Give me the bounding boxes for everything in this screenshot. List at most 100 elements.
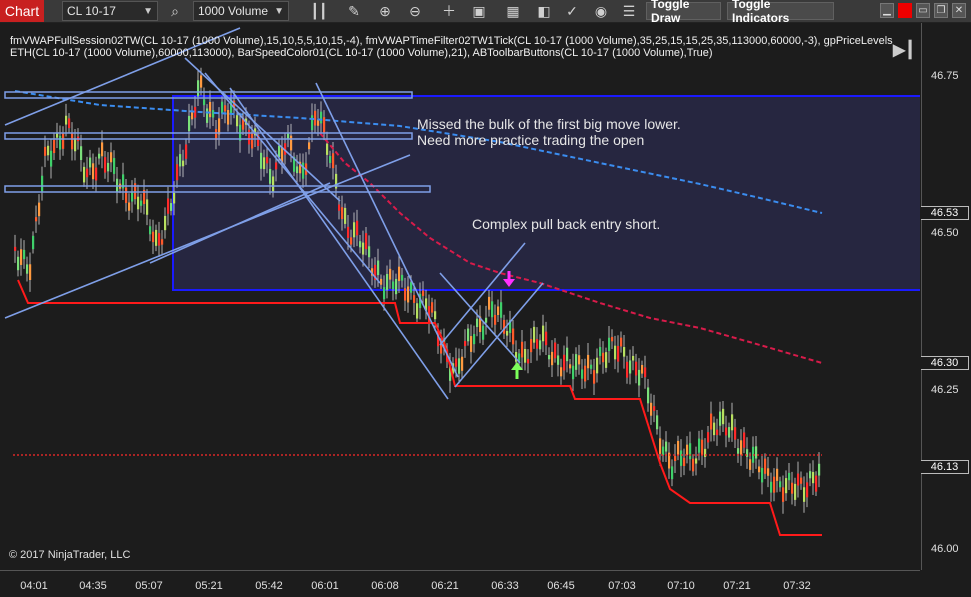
indicators-list-icon[interactable]: ☰: [620, 0, 638, 22]
candle-body: [755, 446, 758, 459]
strategy-icon[interactable]: ✓: [563, 0, 581, 22]
candle-body: [695, 458, 698, 464]
chart-tab[interactable]: Chart: [0, 0, 44, 22]
zoom-in-icon[interactable]: ⊕: [376, 0, 394, 22]
candle-body: [623, 347, 626, 357]
candle-body: [356, 220, 359, 236]
time-tick: 06:33: [491, 580, 519, 592]
toggle-indicators-button[interactable]: Toggle Indicators: [727, 0, 834, 25]
candle-body: [302, 162, 305, 179]
minimize-icon[interactable]: ▁: [880, 3, 894, 18]
candle-body: [722, 408, 725, 425]
candle-body: [59, 135, 62, 150]
data-box-icon[interactable]: ▦: [504, 0, 522, 22]
crosshair-icon[interactable]: ＋: [440, 0, 458, 22]
candle-body: [407, 286, 410, 303]
candle-body: [713, 422, 716, 436]
candle-body: [773, 476, 776, 493]
candle-body: [569, 364, 572, 369]
candle-body: [656, 415, 659, 430]
zoom-out-icon[interactable]: ⊖: [406, 0, 424, 22]
candle-body: [572, 365, 575, 380]
time-tick: 07:10: [667, 580, 695, 592]
candle-body: [32, 235, 35, 250]
pencil-icon[interactable]: ✎: [345, 0, 363, 22]
candle-body: [296, 166, 299, 174]
candle-body: [809, 471, 812, 479]
candle-body: [818, 463, 821, 476]
candle-body: [383, 287, 386, 300]
bars-back-icon[interactable]: ◧: [535, 0, 553, 22]
candle-body: [608, 337, 611, 351]
price-axis[interactable]: 46.75 46.50 46.25 46.00 46.53 46.30 46.1…: [921, 23, 971, 570]
candle-body: [485, 317, 488, 323]
candle-body: [152, 231, 155, 243]
candle-body: [227, 110, 230, 125]
toggle-draw-button[interactable]: Toggle Draw: [646, 0, 721, 25]
candle-body: [338, 204, 341, 211]
candle-body: [71, 133, 74, 150]
candle-body: [458, 358, 461, 374]
time-tick: 06:01: [311, 580, 339, 592]
candle-body: [707, 432, 710, 443]
candle-body: [812, 472, 815, 484]
candle-body: [530, 339, 533, 353]
price-chart-plot[interactable]: [0, 23, 920, 570]
candle-body: [701, 439, 704, 456]
candle-body: [710, 413, 713, 430]
instrument-selector[interactable]: CL 10-17 ▼: [62, 1, 158, 21]
close-icon[interactable]: ✕: [952, 3, 966, 18]
play-icon[interactable]: ▶┃: [893, 40, 915, 60]
candle-body: [791, 482, 794, 494]
candle-body: [803, 487, 806, 502]
candle-body: [692, 458, 695, 472]
reload-icon[interactable]: ◉: [592, 0, 610, 22]
restore-icon[interactable]: ❐: [934, 3, 948, 18]
candle-body: [470, 336, 473, 352]
candle-body: [23, 249, 26, 260]
candle-body: [266, 156, 269, 164]
candle-body: [434, 311, 437, 320]
interval-selector[interactable]: 1000 Volume ▼: [193, 1, 289, 21]
annotation-text-1: Missed the bulk of the first big move lo…: [417, 116, 681, 148]
price-tick: 46.25: [931, 384, 959, 396]
candle-body: [401, 274, 404, 281]
candle-body: [533, 326, 536, 343]
candle-body: [389, 268, 392, 280]
candle-body: [554, 342, 557, 359]
candle-body: [728, 427, 731, 438]
candle-body: [110, 152, 113, 163]
candle-body: [467, 328, 470, 342]
candle-body: [107, 162, 110, 172]
candle-body: [683, 457, 686, 467]
time-axis[interactable]: 04:01 04:35 05:07 05:21 05:42 06:01 06:08 06:21…: [0, 570, 920, 597]
candle-body: [368, 246, 371, 258]
candle-body: [617, 346, 620, 362]
price-tick: 46.00: [931, 543, 959, 555]
candle-body: [251, 133, 254, 149]
candle-body: [464, 340, 467, 347]
close-icon[interactable]: [898, 3, 912, 18]
candle-body: [806, 482, 809, 498]
annotation-text-2: Complex pull back entry short.: [472, 216, 661, 232]
candle-body: [365, 233, 368, 250]
maximize-icon[interactable]: ▭: [916, 3, 930, 18]
candle-body: [320, 111, 323, 124]
candle-body: [53, 139, 56, 154]
candle-body: [740, 440, 743, 455]
candle-body: [140, 200, 143, 206]
candle-body: [95, 167, 98, 181]
candle-body: [557, 355, 560, 365]
annotation-line-2: Need more practice trading the open: [417, 132, 645, 148]
candle-body: [431, 302, 434, 313]
candle-body: [746, 449, 749, 457]
bar-style-icon[interactable]: ┃┃: [310, 0, 328, 22]
search-icon[interactable]: ⌕: [166, 0, 184, 22]
candle-body: [620, 337, 623, 347]
candle-body: [359, 241, 362, 248]
indicator-list-label: fmVWAPFullSession02TW(CL 10-17 (1000 Vol…: [10, 35, 893, 59]
candle-body: [125, 187, 128, 203]
candle-body: [587, 354, 590, 369]
candle-body: [800, 477, 803, 484]
properties-icon[interactable]: ▣: [470, 0, 488, 22]
